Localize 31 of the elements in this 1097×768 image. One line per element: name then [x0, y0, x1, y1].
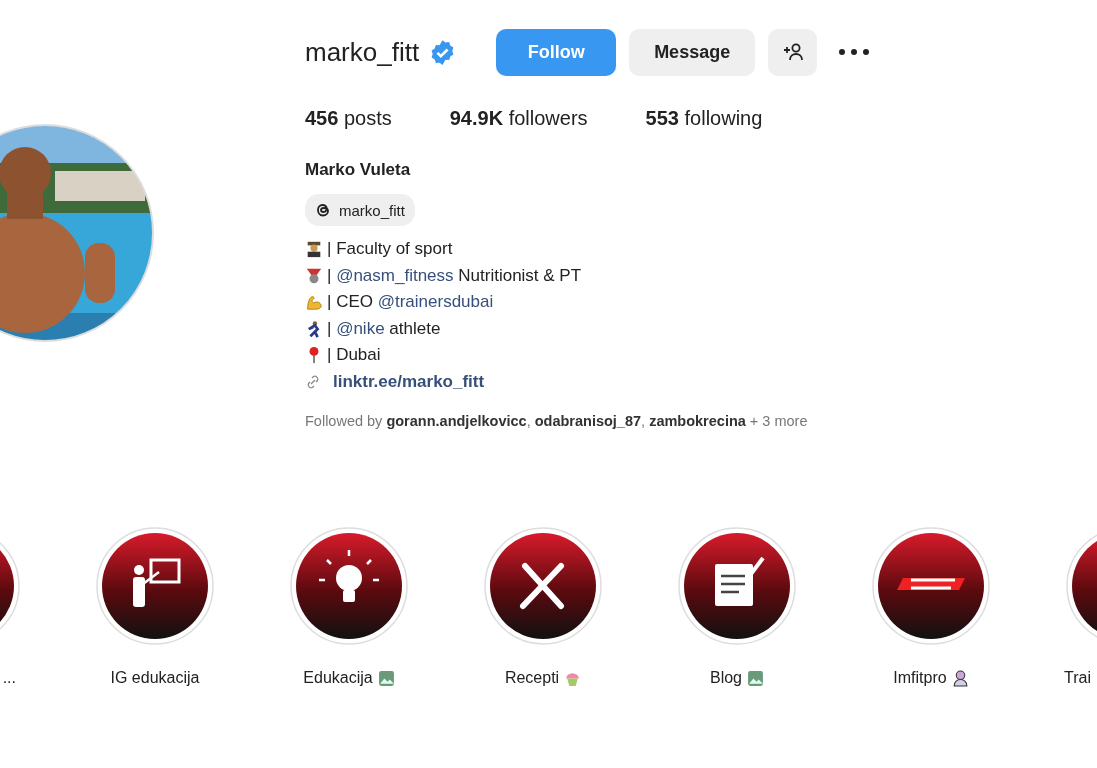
medal-icon	[305, 266, 323, 285]
profile-stat[interactable]: 553 following	[645, 107, 763, 130]
profile-stat[interactable]: 94.9K followers	[449, 107, 588, 130]
add-person-button[interactable]	[768, 28, 818, 76]
mention-link[interactable]: @trainersdubai	[377, 292, 494, 311]
story-highlight[interactable]: IG edukacija	[58, 526, 252, 687]
profile-stat[interactable]: 456 posts	[305, 107, 392, 130]
mention-link[interactable]: @nike	[336, 318, 385, 338]
threads-link[interactable]: marko_fitt	[305, 194, 415, 226]
story-highlight[interactable]: ...	[0, 526, 58, 687]
bio-text: | Dubai	[327, 344, 381, 366]
full-name: Marko Vuleta	[305, 160, 412, 180]
mention-link[interactable]: @nasm_fitness	[336, 265, 454, 285]
message-button[interactable]: Message	[629, 28, 756, 76]
story-highlight[interactable]: Edukacija	[252, 526, 446, 687]
link-icon	[305, 373, 321, 390]
story-highlight[interactable]: Imfitpro	[834, 526, 1028, 687]
graduate-icon	[305, 240, 323, 259]
bio-text: | @nasm_fitness Nutritionist & PT	[327, 264, 582, 287]
story-highlight[interactable]: Trai	[1028, 526, 1097, 687]
website-link[interactable]: linktr.ee/marko_fitt	[333, 368, 485, 395]
add-person-icon	[781, 42, 804, 62]
flexed-arm-icon	[305, 293, 323, 312]
more-icon	[838, 48, 871, 56]
story-highlight[interactable]: Blog	[640, 526, 834, 687]
bio-text: | Faculty of sport	[327, 238, 453, 260]
username: marko_fitt	[305, 36, 420, 68]
bio-text: | CEO @trainersdubai	[327, 291, 494, 313]
bio-text: | @nike athlete	[327, 317, 441, 340]
story-highlight[interactable]: Recepti	[446, 526, 640, 687]
followed-by-text[interactable]: Followed by gorann.andjelkovicc, odabranisoj_87, zambokrecina + 3 more	[305, 413, 879, 429]
